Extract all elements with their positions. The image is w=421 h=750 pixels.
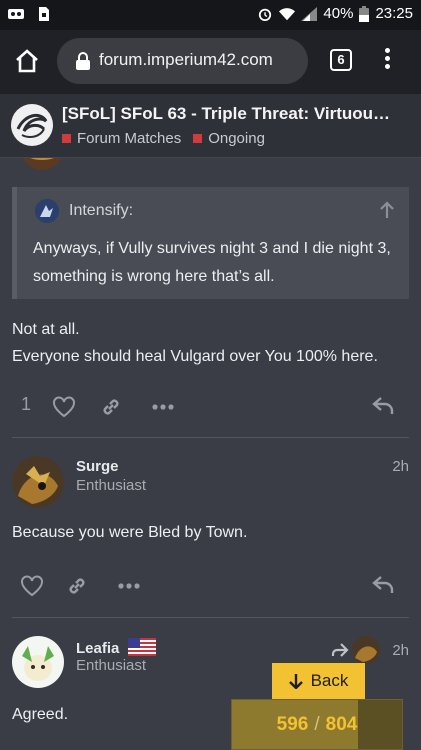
username[interactable]: Leafia <box>76 638 156 657</box>
post-divider <box>12 617 409 618</box>
site-logo-icon[interactable] <box>10 103 54 147</box>
category-ongoing[interactable]: Ongoing <box>193 130 265 147</box>
reply-icon[interactable] <box>372 396 394 416</box>
address-bar[interactable]: forum.imperium42.com <box>57 38 308 84</box>
quote-author: Intensify: <box>69 202 134 219</box>
reply-to-avatar[interactable] <box>352 636 380 664</box>
link-icon[interactable] <box>100 396 122 418</box>
back-button[interactable]: Back <box>272 663 365 699</box>
avatar[interactable] <box>12 636 64 688</box>
home-icon[interactable] <box>14 48 40 74</box>
topic-progress[interactable]: 596 / 804 <box>231 699 403 750</box>
more-icon[interactable] <box>152 404 174 410</box>
category-label: Forum Matches <box>77 130 182 147</box>
post-actions <box>0 571 421 601</box>
like-count[interactable]: 1 <box>21 394 31 415</box>
post-body: Because you were Bled by Town. <box>12 524 248 541</box>
wifi-icon <box>279 7 296 20</box>
progress-current: 596 <box>276 713 309 735</box>
category-forum-matches[interactable]: Forum Matches <box>62 130 181 147</box>
us-flag-icon <box>127 638 156 656</box>
reply-icon[interactable] <box>372 575 394 595</box>
user-title: Enthusiast <box>76 477 147 494</box>
topic-title[interactable]: [SFoL] SFoL 63 - Triple Threat: Virtuou… <box>62 104 390 124</box>
status-bar: 40% 23:25 <box>0 0 421 30</box>
battery-icon <box>359 5 370 22</box>
username[interactable]: Surge <box>76 458 119 475</box>
heart-icon[interactable] <box>52 396 76 418</box>
url-text: forum.imperium42.com <box>99 50 273 69</box>
post-text-line: Everyone should heal Vulgard over You 10… <box>12 348 378 365</box>
category-color-icon <box>193 134 203 143</box>
progress-separator: / <box>314 713 320 735</box>
avatar[interactable] <box>12 456 64 508</box>
browser-menu-icon[interactable] <box>380 45 394 75</box>
sim-card-icon <box>39 7 49 21</box>
link-icon[interactable] <box>66 575 88 597</box>
arrow-up-icon[interactable] <box>379 201 395 219</box>
post-divider <box>12 437 409 438</box>
post-time[interactable]: 2h <box>392 458 409 475</box>
heart-icon[interactable] <box>20 575 44 597</box>
topic-categories: Forum Matches Ongoing <box>62 130 265 147</box>
quote-author-avatar[interactable] <box>35 199 59 223</box>
lock-icon <box>76 52 90 70</box>
arrow-down-icon <box>288 674 303 689</box>
reply-to-icon[interactable] <box>331 642 349 658</box>
post-body: Not at all. Everyone should heal Vulgard… <box>12 316 412 370</box>
user-title: Enthusiast <box>76 657 147 674</box>
back-label: Back <box>310 671 349 690</box>
post-time[interactable]: 2h <box>392 642 409 659</box>
post-text-line: Not at all. <box>12 321 80 338</box>
post-stream: Intensify: Anyways, if Vully survives ni… <box>0 158 421 750</box>
username-text: Leafia <box>76 640 120 657</box>
alarm-icon <box>259 8 272 21</box>
browser-toolbar: forum.imperium42.com 6 <box>0 30 421 94</box>
clock: 23:25 <box>375 5 413 22</box>
signal-icon <box>301 6 318 21</box>
category-color-icon <box>62 134 71 143</box>
tab-switcher-button[interactable]: 6 <box>330 49 352 71</box>
voicemail-icon <box>8 9 24 19</box>
progress-total: 804 <box>325 713 358 735</box>
post-actions: 1 <box>0 392 421 422</box>
topic-header: [SFoL] SFoL 63 - Triple Threat: Virtuou…… <box>0 94 421 158</box>
quote-block: Intensify: Anyways, if Vully survives ni… <box>12 187 409 299</box>
avatar[interactable] <box>20 158 64 176</box>
category-label: Ongoing <box>208 130 265 147</box>
battery-percent: 40% <box>323 5 354 22</box>
quote-text: Anyways, if Vully survives night 3 and I… <box>33 240 391 285</box>
more-icon[interactable] <box>118 583 140 589</box>
